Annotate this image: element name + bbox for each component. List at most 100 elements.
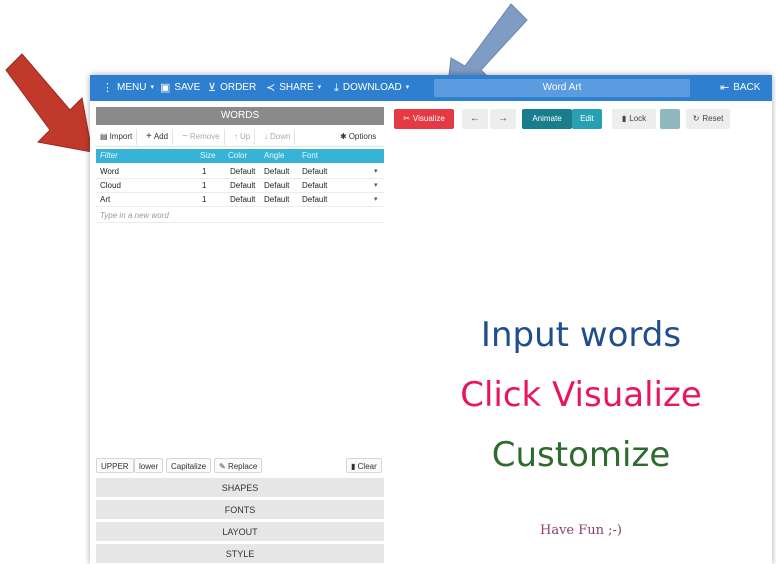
canvas-area: ✂ Visualize ← → Animate Edit ▮ Lock ↻ Re… [390,107,772,564]
order-label: ORDER [220,82,257,93]
menu-label: MENU [117,82,147,93]
back-label: BACK [733,82,761,93]
words-panel: WORDS ▤ Import + Add − Remove ↑ Up ↓ Dow… [96,107,384,564]
caret-down-icon: ▾ [317,84,322,91]
table-row[interactable]: Cloud 1 Default Default Default ▾ [96,179,384,193]
save-icon: ▣ [160,82,171,94]
import-label: Import [109,132,133,141]
word-cell[interactable]: Cloud [100,179,121,193]
caret-down-icon: ▾ [150,84,154,91]
top-navbar: ⋮ MENU ▾ ▣ SAVE ⊻ ORDER ≺ SHARE ▾ ⤓ DOWN… [90,75,772,101]
color-cell[interactable]: Default [230,165,255,179]
plus-icon: + [146,131,152,142]
undo-button[interactable]: ← [462,109,488,129]
replace-button[interactable]: ✎ Replace [214,458,263,473]
dropdown-caret-icon[interactable]: ▾ [374,193,378,207]
caret-down-icon: ▾ [405,84,410,91]
reset-button[interactable]: ↻ Reset [686,109,730,129]
options-button[interactable]: ✱ Options [336,129,380,145]
clear-label: Clear [357,462,377,471]
up-button[interactable]: ↑ Up [230,129,256,145]
lock-button[interactable]: ▮ Lock [612,109,656,129]
table-row[interactable]: Word 1 Default Default Default ▾ [96,165,384,179]
visualize-label: Visualize [412,114,445,123]
clear-button[interactable]: ▮ Clear [346,458,382,473]
color-swatch-button[interactable] [660,109,680,129]
canvas-word-input-words[interactable]: Input words [390,315,772,355]
uppercase-button[interactable]: UPPER [96,458,134,473]
word-cell[interactable]: Art [100,193,110,207]
replace-label: Replace [227,462,258,471]
share-button[interactable]: ≺ SHARE ▾ [266,75,321,101]
style-section[interactable]: STYLE [96,543,384,563]
filter-column-header[interactable]: Filter [100,149,118,163]
size-column-header[interactable]: Size [200,149,216,163]
angle-column-header[interactable]: Angle [264,149,284,163]
order-button[interactable]: ⊻ ORDER [208,75,256,101]
down-label: Down [270,132,291,141]
add-button[interactable]: + Add [142,129,174,145]
visualize-button[interactable]: ✂ Visualize [394,109,454,129]
case-toolbar: UPPER lower Capitalize ✎ Replace ▮ Clear [96,457,384,475]
size-cell[interactable]: 1 [202,193,206,207]
undo-icon: ← [470,113,480,124]
font-cell[interactable]: Default [302,165,327,179]
canvas-word-have-fun[interactable]: Have Fun ;-) [390,523,772,538]
canvas-word-customize[interactable]: Customize [390,435,772,475]
share-label: SHARE [279,82,314,93]
canvas-word-click-visualize[interactable]: Click Visualize [390,375,772,415]
edit-icon: ✎ [219,462,226,471]
word-cell[interactable]: Word [100,165,119,179]
table-row[interactable]: Art 1 Default Default Default ▾ [96,193,384,207]
save-label: SAVE [174,82,201,93]
animate-button[interactable]: Animate [522,109,572,129]
font-column-header[interactable]: Font [302,149,318,163]
color-cell[interactable]: Default [230,179,255,193]
menu-button[interactable]: ⋮ MENU ▾ [102,75,154,101]
gear-icon: ✱ [340,132,347,141]
menu-icon: ⋮ [102,82,113,94]
download-label: DOWNLOAD [342,82,402,93]
trash-icon: ▮ [351,462,356,471]
remove-button[interactable]: − Remove [178,129,225,145]
lock-icon: ▮ [621,114,627,123]
font-cell[interactable]: Default [302,193,327,207]
angle-cell[interactable]: Default [264,193,289,207]
color-cell[interactable]: Default [230,193,255,207]
add-label: Add [153,132,169,141]
angle-cell[interactable]: Default [264,165,289,179]
font-cell[interactable]: Default [302,179,327,193]
angle-cell[interactable]: Default [264,179,289,193]
download-button[interactable]: ⤓ DOWNLOAD ▾ [334,75,409,101]
document-title-field[interactable]: Word Art [434,79,690,97]
size-cell[interactable]: 1 [202,165,206,179]
dropdown-caret-icon[interactable]: ▾ [374,179,378,193]
fonts-section[interactable]: FONTS [96,499,384,519]
canvas-toolbar: ✂ Visualize ← → Animate Edit ▮ Lock ↻ Re… [390,109,772,129]
words-panel-title: WORDS [96,107,384,125]
shapes-section[interactable]: SHAPES [96,477,384,497]
layout-section[interactable]: LAYOUT [96,521,384,541]
dropdown-caret-icon[interactable]: ▾ [374,165,378,179]
redo-button[interactable]: → [490,109,516,129]
up-label: Up [240,132,251,141]
color-column-header[interactable]: Color [228,149,247,163]
edit-button[interactable]: Edit [572,109,602,129]
words-toolbar: ▤ Import + Add − Remove ↑ Up ↓ Down ✱ Op… [96,127,384,147]
words-grid-header: Filter Size Color Angle Font [96,149,384,163]
lock-label: Lock [629,114,647,123]
magic-wand-icon: ✂ [403,114,410,123]
import-icon: ▤ [100,132,108,141]
lowercase-button[interactable]: lower [134,458,164,473]
back-button[interactable]: ⇤ BACK [720,75,760,101]
new-word-input[interactable]: Type in a new word [96,209,384,223]
cart-icon: ⊻ [208,82,217,94]
import-button[interactable]: ▤ Import [96,129,138,145]
down-button[interactable]: ↓ Down [260,129,296,145]
size-cell[interactable]: 1 [202,179,206,193]
minus-icon: − [182,131,188,142]
options-label: Options [348,132,377,141]
capitalize-button[interactable]: Capitalize [166,458,212,473]
save-button[interactable]: ▣ SAVE [160,75,200,101]
arrow-down-icon: ↓ [264,132,268,141]
